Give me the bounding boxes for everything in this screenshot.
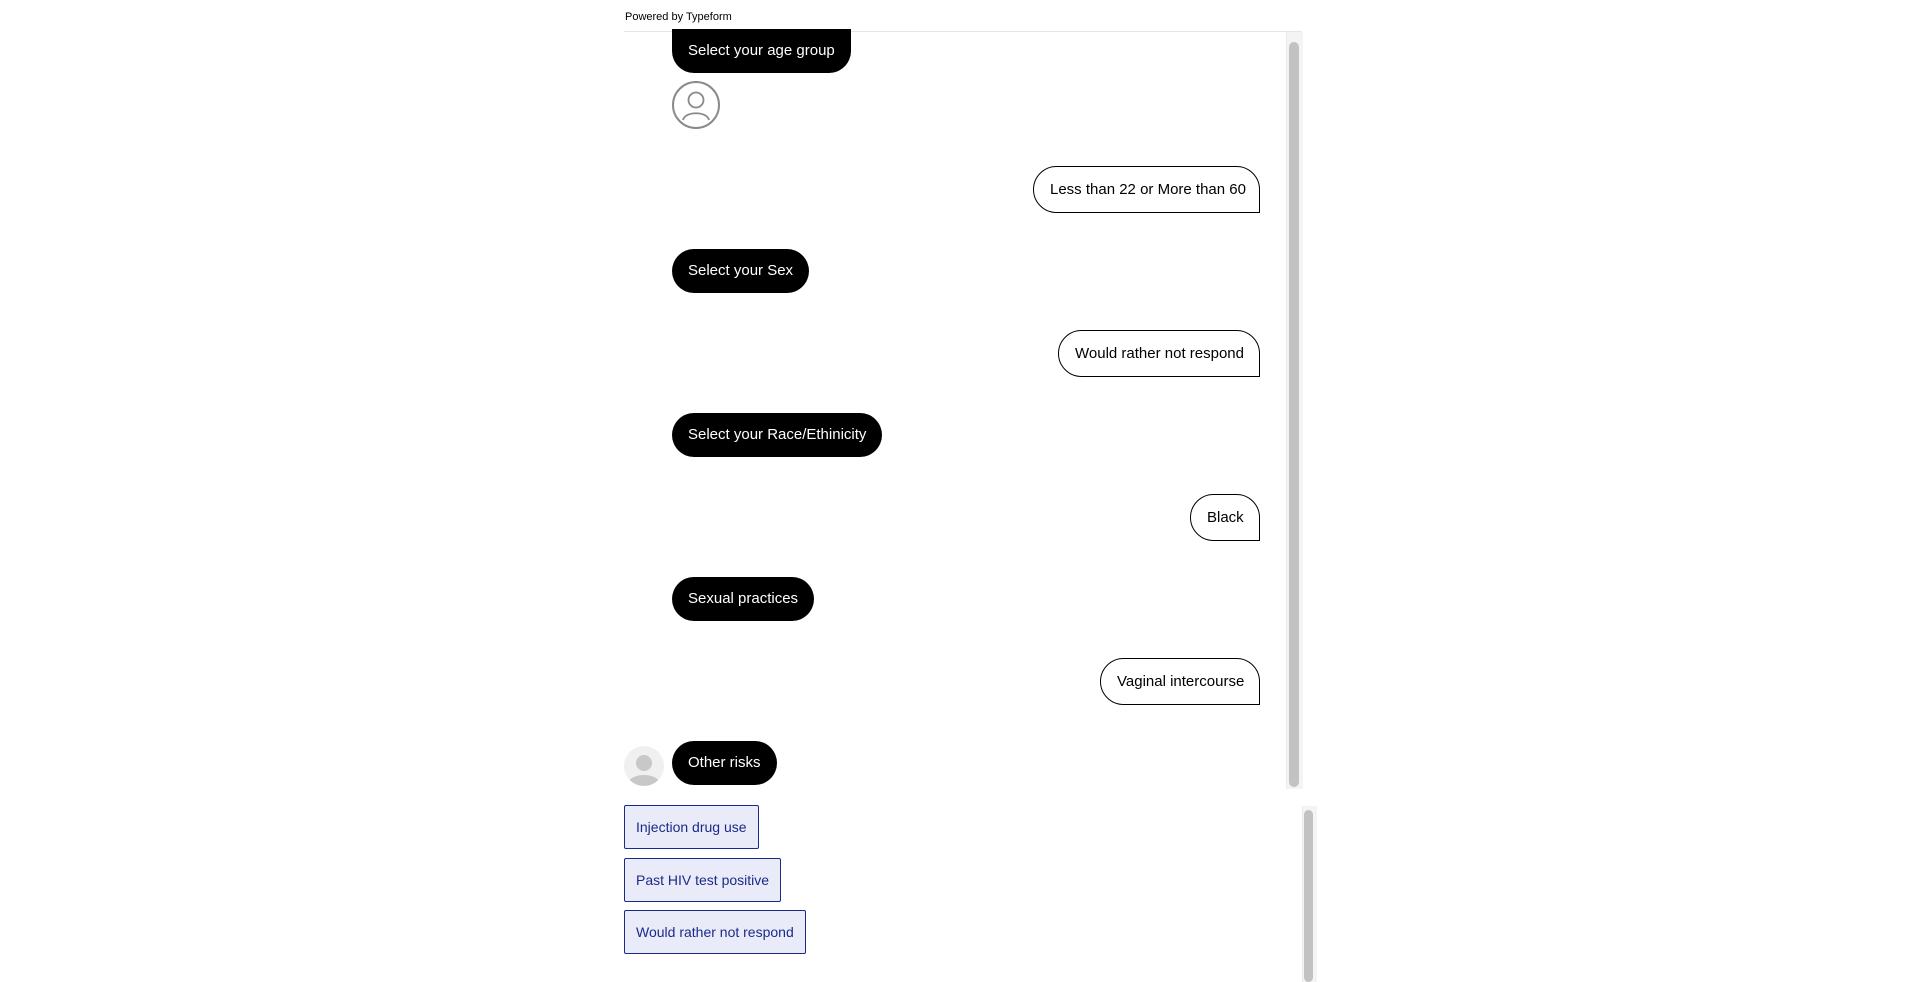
choice-would-rather-not-respond[interactable]: Would rather not respond	[624, 910, 806, 954]
user-answer-sexual-practices: Vaginal intercourse	[1100, 658, 1260, 705]
user-silhouette-icon	[624, 746, 664, 786]
bot-message-race: Select your Race/Ethinicity	[672, 413, 883, 457]
bot-message-sex: Select your Sex	[672, 249, 810, 293]
bot-message-sexual-practices: Sexual practices	[672, 577, 815, 621]
user-outline-icon	[672, 81, 720, 129]
user-answer-age: Less than 22 or More than 60	[1033, 166, 1260, 213]
choice-injection-drug-use[interactable]: Injection drug use	[624, 805, 759, 849]
powered-by-typeform: Powered by Typeform	[625, 11, 732, 23]
choice-past-hiv-test-positive[interactable]: Past HIV test positive	[624, 858, 782, 902]
bot-message-other-risks: Other risks	[672, 741, 777, 785]
chat-scrollbar-thumb[interactable]	[1289, 42, 1299, 787]
user-answer-race: Black	[1190, 494, 1260, 541]
user-answer-sex: Would rather not respond	[1058, 330, 1260, 377]
bot-message-age: Select your age group	[672, 29, 851, 73]
choices-scrollbar-thumb[interactable]	[1304, 810, 1313, 982]
